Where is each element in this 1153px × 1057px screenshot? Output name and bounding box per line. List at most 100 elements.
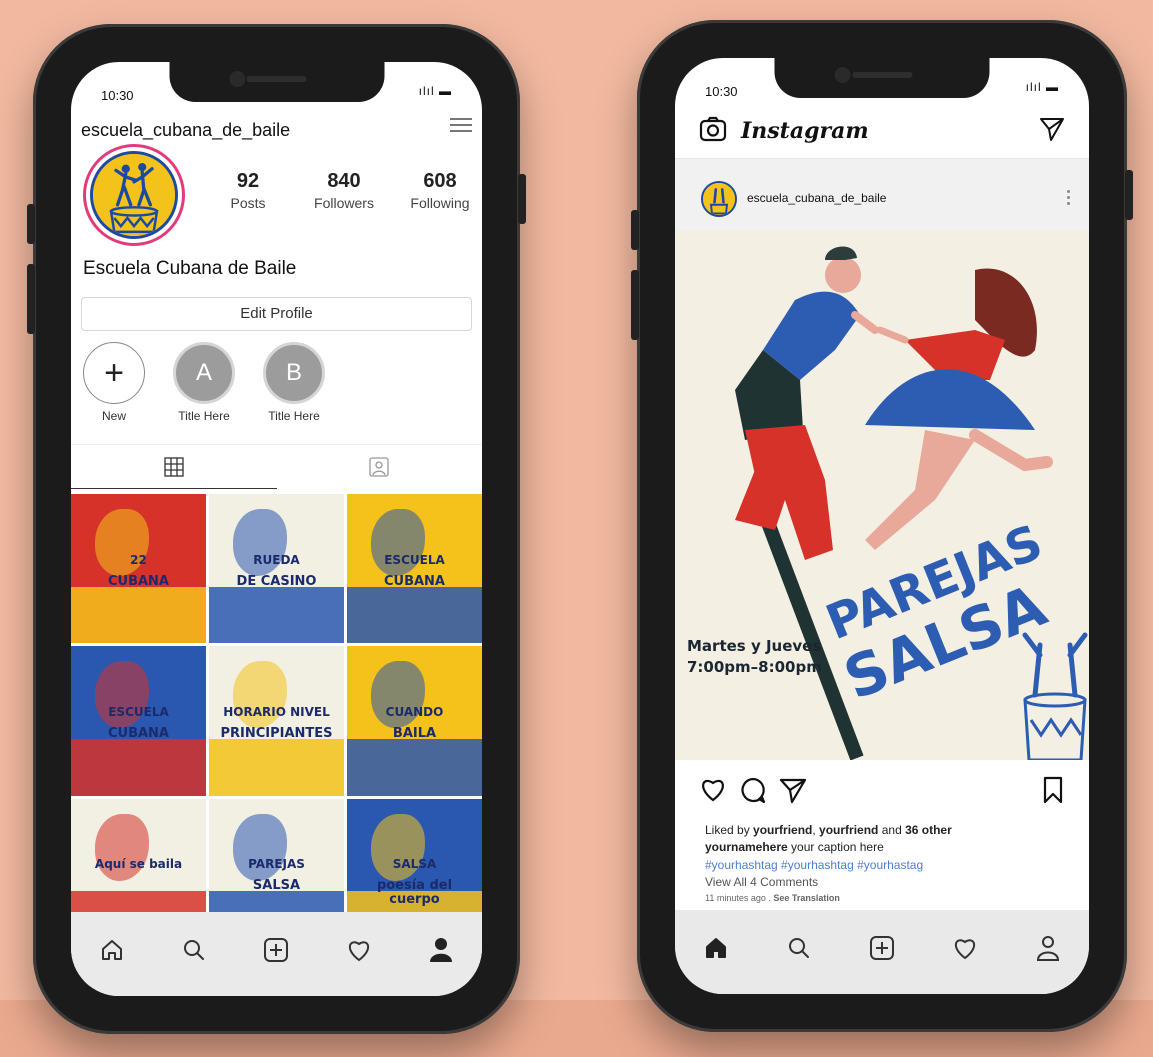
view-comments-link[interactable]: View All 4 Comments	[705, 874, 1069, 891]
schedule-text: Martes y Jueves 7:00pm–8:00pm	[687, 636, 822, 678]
post-username[interactable]: escuela_cubana_de_baile	[747, 191, 886, 205]
highlight-label: New	[101, 409, 126, 423]
likes-and: and	[878, 823, 906, 837]
likes-prefix: Liked by	[705, 823, 754, 837]
profile-icon[interactable]	[425, 934, 457, 966]
followers-count: 840	[327, 170, 361, 192]
following-label: Following	[410, 195, 470, 211]
highlight-cover: A	[173, 342, 235, 404]
camera-icon[interactable]	[699, 116, 727, 147]
liked-by-others[interactable]: 36 other	[905, 823, 952, 837]
profile-tabs	[71, 444, 482, 489]
grid-post-art	[347, 586, 482, 644]
profile-icon[interactable]	[1032, 932, 1064, 964]
grid-post-subtitle: PRINCIPIANTES	[220, 725, 333, 741]
grid-post[interactable]: HORARIO NIVEL PRINCIPIANTES	[209, 646, 344, 796]
instagram-logo: Instagram	[741, 118, 869, 144]
posts-label: Posts	[230, 195, 266, 211]
tab-grid[interactable]	[71, 445, 277, 489]
feed-screen: 10:30 ılıl ▬ Instagram escuela_cubana_de…	[675, 58, 1089, 994]
grid-post-subtitle: poesía del cuerpo	[376, 878, 453, 907]
grid-post-title: CUANDO	[385, 705, 444, 720]
liked-by-user[interactable]: yourfriend	[819, 823, 878, 837]
side-button	[27, 264, 35, 334]
following-stat[interactable]: 608 Following	[395, 170, 482, 211]
post-actions	[675, 770, 1089, 814]
schedule-hours: 7:00pm–8:00pm	[687, 658, 822, 676]
grid-post-art	[71, 586, 206, 644]
heart-icon[interactable]	[949, 932, 981, 964]
side-button	[27, 204, 35, 244]
more-options-icon[interactable]	[1067, 187, 1071, 208]
bookmark-icon[interactable]	[1043, 776, 1063, 809]
add-icon[interactable]	[260, 934, 292, 966]
post-time: 11 minutes ago . See Translation	[705, 892, 840, 903]
caption-text: your caption here	[787, 840, 884, 855]
highlight-label: Title Here	[178, 409, 230, 423]
bottom-nav	[675, 910, 1089, 994]
search-icon[interactable]	[783, 932, 815, 964]
highlight-b[interactable]: B Title Here	[261, 342, 327, 423]
home-icon[interactable]	[700, 932, 732, 964]
home-icon[interactable]	[96, 934, 128, 966]
phone-profile: 10:30 ılıl ▬ escuela_cubana_de_baile 92 …	[27, 24, 526, 1034]
schedule-days: Martes y Jueves	[687, 637, 822, 655]
direct-message-icon[interactable]	[1039, 116, 1065, 147]
share-icon[interactable]	[779, 776, 807, 809]
grid-post-subtitle: BAILA	[392, 725, 437, 741]
caption-username[interactable]: yournamehere	[705, 840, 788, 854]
following-count: 608	[423, 170, 457, 192]
grid-post-subtitle: CUBANA	[383, 573, 445, 589]
profile-display-name: Escuela Cubana de Baile	[83, 258, 297, 279]
grid-post[interactable]: CUANDO BAILA	[347, 646, 482, 796]
post-header: escuela_cubana_de_baile	[675, 158, 1089, 231]
grid-post[interactable]: 22 CUBANA	[71, 494, 206, 644]
grid-post[interactable]: ESCUELA CUBANA	[71, 646, 206, 796]
highlight-a[interactable]: A Title Here	[171, 342, 237, 423]
grid-post-title: HORARIO NIVEL	[223, 705, 330, 720]
comment-icon[interactable]	[739, 776, 767, 809]
plus-icon: +	[83, 342, 145, 404]
post-avatar[interactable]	[701, 181, 737, 217]
grid-post-title: Aquí se baila	[94, 857, 183, 872]
grid-post[interactable]: RUEDA DE CASINO	[209, 494, 344, 644]
grid-post-art	[209, 586, 344, 644]
dancers-logo-icon	[703, 183, 735, 215]
like-icon[interactable]	[699, 776, 727, 807]
profile-avatar[interactable]	[83, 144, 185, 246]
highlight-new[interactable]: + New	[81, 342, 147, 423]
grid-post[interactable]: ESCUELA CUBANA	[347, 494, 482, 644]
profile-username: escuela_cubana_de_baile	[81, 120, 291, 140]
posts-count: 92	[236, 170, 260, 192]
posts-grid: 22 CUBANA RUEDA DE CASINO ESCUELA CUBANA ESCUE…	[71, 494, 482, 948]
highlight-cover: B	[263, 342, 325, 404]
status-time: 10:30	[705, 84, 738, 99]
search-icon[interactable]	[178, 934, 210, 966]
followers-label: Followers	[314, 195, 374, 211]
followers-stat[interactable]: 840 Followers	[299, 170, 389, 211]
add-icon[interactable]	[866, 932, 898, 964]
tab-tagged[interactable]	[277, 445, 483, 489]
grid-post-subtitle: CUBANA	[107, 573, 169, 589]
bottom-nav	[71, 912, 482, 996]
grid-icon	[164, 456, 184, 477]
grid-post-title: ESCUELA	[108, 705, 169, 720]
edit-profile-button[interactable]: Edit Profile	[81, 297, 472, 331]
liked-by-user[interactable]: yourfriend	[753, 823, 812, 837]
posts-stat[interactable]: 92 Posts	[203, 170, 293, 211]
side-button	[518, 174, 526, 224]
side-button	[1125, 170, 1133, 220]
side-button	[631, 210, 639, 250]
grid-post-subtitle: DE CASINO	[236, 573, 317, 589]
post-image[interactable]: PAREJAS SALSA Martes y Jueves 7:00pm–8:0…	[675, 230, 1089, 760]
highlight-label: Title Here	[268, 409, 320, 423]
grid-post-title: ESCUELA	[384, 552, 445, 567]
hashtags[interactable]: #yourhashtag #yourhashtag #yourhastag	[705, 857, 1069, 874]
instagram-header: Instagram	[675, 102, 1089, 158]
see-translation-link[interactable]: See Translation	[773, 893, 840, 903]
profile-screen: 10:30 ılıl ▬ escuela_cubana_de_baile 92 …	[71, 62, 482, 996]
heart-icon[interactable]	[343, 934, 375, 966]
caption-line: yournamehere your caption here	[705, 839, 1069, 856]
menu-icon[interactable]	[450, 114, 472, 136]
notch	[774, 58, 990, 98]
